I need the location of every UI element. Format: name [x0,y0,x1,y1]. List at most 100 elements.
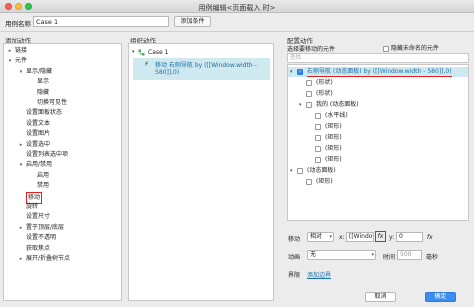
action-tree-item-label: 获取焦点 [26,244,51,252]
widget-checkbox[interactable] [306,179,312,185]
action-tree-item[interactable]: ▸ 设置选中 [4,140,121,150]
widget-tree-item-label: 右侧导航 (动态面板) by ([[Window.width - 580]],0… [307,68,452,77]
action-tree-item[interactable]: ▾ 元件 [4,56,121,66]
action-tree-item[interactable]: 移动 [4,191,121,204]
ms-label: 毫秒 [426,254,439,261]
add-condition-button[interactable]: 添加条件 [174,16,211,27]
widget-checkbox[interactable]: ✓ [297,69,303,75]
action-tree-item[interactable]: 启用 [4,171,121,181]
action-tree-item[interactable]: 获取焦点 [4,244,121,254]
action-tree-item[interactable]: 切换可见性 [4,98,121,108]
widget-search-input[interactable]: 查找 [287,53,469,63]
widget-tree-item-label: 我的 (动态面板) [316,101,359,108]
action-tree-item[interactable]: 设置文本 [4,119,121,129]
add-action-tree: ▸ 链接 ▾ 元件 ▾ 显示/隐藏 显示 隐藏 切换可见性 设置面板状态 设置文本 设置图片 ▸ 设置选中… [3,43,122,301]
action-tree-item-label: 置于顶层/底层 [26,223,65,231]
x-input[interactable]: [[Window.width - 580]] [346,232,374,242]
action-tree-item[interactable]: ▾ 显示/隐藏 [4,67,121,77]
action-tree-item[interactable]: ▸ 链接 [4,46,121,56]
action-tree-item[interactable]: ▸ 置于顶层/底层 [4,223,121,233]
action-tree-item-label: 隐藏 [37,88,50,96]
widget-tree-item[interactable]: (矩形) [288,122,468,132]
action-text-line2: 580]],0) [155,69,180,76]
widget-tree-item-label: (矩形) [325,123,342,130]
widget-tree-item[interactable]: (矩形) [288,133,468,143]
move-label: 移动 [288,236,301,243]
widget-checkbox[interactable] [306,102,312,108]
action-tree-item-label: 启用/禁用 [26,161,53,169]
chevron-down-icon[interactable]: ▾ [18,67,24,77]
titlebar: 用例编辑<页面载入 时> [0,0,474,13]
action-tree-item[interactable]: ▾ 启用/禁用 [4,160,121,170]
action-tree-item-label: 显示 [37,78,50,86]
widget-checkbox[interactable] [315,124,321,130]
action-tree-item[interactable]: ▸ 展开/折叠树节点 [4,254,121,264]
widget-tree-item-label: (矩形) [325,134,342,141]
action-tree-item[interactable]: 旋转 [4,202,121,212]
widget-tree-item[interactable]: ▾ ✓ 右侧导航 (动态面板) by ([[Window.width - 580]]… [288,67,468,77]
case-name-input[interactable]: Case 1 [33,16,169,27]
y-fx-button[interactable]: fx [427,234,433,241]
widget-tree-item[interactable]: (形状) [288,78,468,88]
time-input[interactable]: 500 [397,250,422,260]
widget-checkbox[interactable] [306,80,312,86]
chevron-down-icon[interactable]: ▾ [7,56,13,66]
widget-checkbox[interactable] [315,135,321,141]
action-tree-item-label: 启用 [37,171,50,179]
chevron-down-icon[interactable]: ▾ [290,67,293,77]
case-node[interactable]: ▾ Case 1 [129,49,273,58]
widget-tree-item[interactable]: (矩形) [288,144,468,154]
action-tree-item-label: 元件 [15,57,28,65]
widget-checkbox[interactable] [315,113,321,119]
action-tree-item[interactable]: 设置尺寸 [4,212,121,222]
widget-tree-item[interactable]: ▾ 我的 (动态面板) [288,100,468,110]
widget-tree-item[interactable]: (形状) [288,89,468,99]
widget-tree-item[interactable]: (矩形) [288,177,468,187]
chevron-right-icon[interactable]: ▸ [7,46,13,56]
chevron-down-icon[interactable]: ▾ [132,49,135,55]
boundary-label: 界限 [288,272,301,279]
widget-checkbox[interactable] [306,91,312,97]
add-boundary-link[interactable]: 添加边界 [307,270,331,279]
action-tree-item[interactable]: 隐藏 [4,88,121,98]
chevron-right-icon[interactable]: ▸ [18,254,24,264]
widget-checkbox[interactable] [297,168,303,174]
widget-tree-item[interactable]: (矩形) [288,155,468,165]
widget-checkbox[interactable] [315,146,321,152]
x-fx-button[interactable]: fx [375,231,386,242]
action-tree-item[interactable]: 设置图片 [4,129,121,139]
hide-unnamed-option[interactable]: 隐藏未命名的元件 [383,43,439,52]
move-action-item[interactable]: ⚡ 移动 右侧导航 by ([[Window.width - 580]],0) [133,58,270,80]
chevron-down-icon[interactable]: ▾ [18,160,24,170]
y-input[interactable]: 0 [396,232,423,242]
select-widget-title: 选择要移动的元件 [287,46,336,53]
action-tree-item[interactable]: 设置面板状态 [4,108,121,118]
action-tree-item[interactable]: 设置列表选中项 [4,150,121,160]
y-label: y: [389,234,395,241]
hide-unnamed-checkbox[interactable] [383,45,389,52]
action-tree-item[interactable]: 设置不透明 [4,233,121,243]
chevron-down-icon: ▾ [371,252,374,258]
action-tree-item[interactable]: 显示 [4,77,121,87]
widget-tree: ▾ ✓ 右侧导航 (动态面板) by ([[Window.width - 580]]… [287,64,469,221]
widget-tree-item[interactable]: (水平线) [288,111,468,121]
animation-select[interactable]: 无 ▾ [307,250,376,260]
ok-button[interactable]: 确定 [425,292,456,302]
widget-tree-item-label: (形状) [316,90,333,97]
widget-checkbox[interactable] [315,157,321,163]
widget-tree-item-label: (水平线) [325,112,348,119]
animation-value: 无 [310,251,317,258]
chevron-right-icon[interactable]: ▸ [18,223,24,233]
chevron-right-icon[interactable]: ▸ [18,140,24,150]
chevron-down-icon[interactable]: ▾ [290,166,293,176]
action-tree-item-label: 旋转 [26,203,39,210]
widget-tree-item-label: (矩形) [325,156,342,163]
chevron-down-icon[interactable]: ▾ [299,100,302,110]
widget-tree-item[interactable]: ▾ (动态面板) [288,166,468,176]
cancel-button[interactable]: 取消 [365,292,396,302]
action-tree-item-label: 展开/折叠树节点 [26,255,71,262]
organize-action-panel: ▾ Case 1 ⚡ 移动 右侧导航 by ([[Window.width - … [128,43,274,301]
action-tree-item[interactable]: 禁用 [4,181,121,191]
action-tree-item-label: 禁用 [37,182,50,190]
move-mode-select[interactable]: 相对 ▾ [307,232,334,242]
